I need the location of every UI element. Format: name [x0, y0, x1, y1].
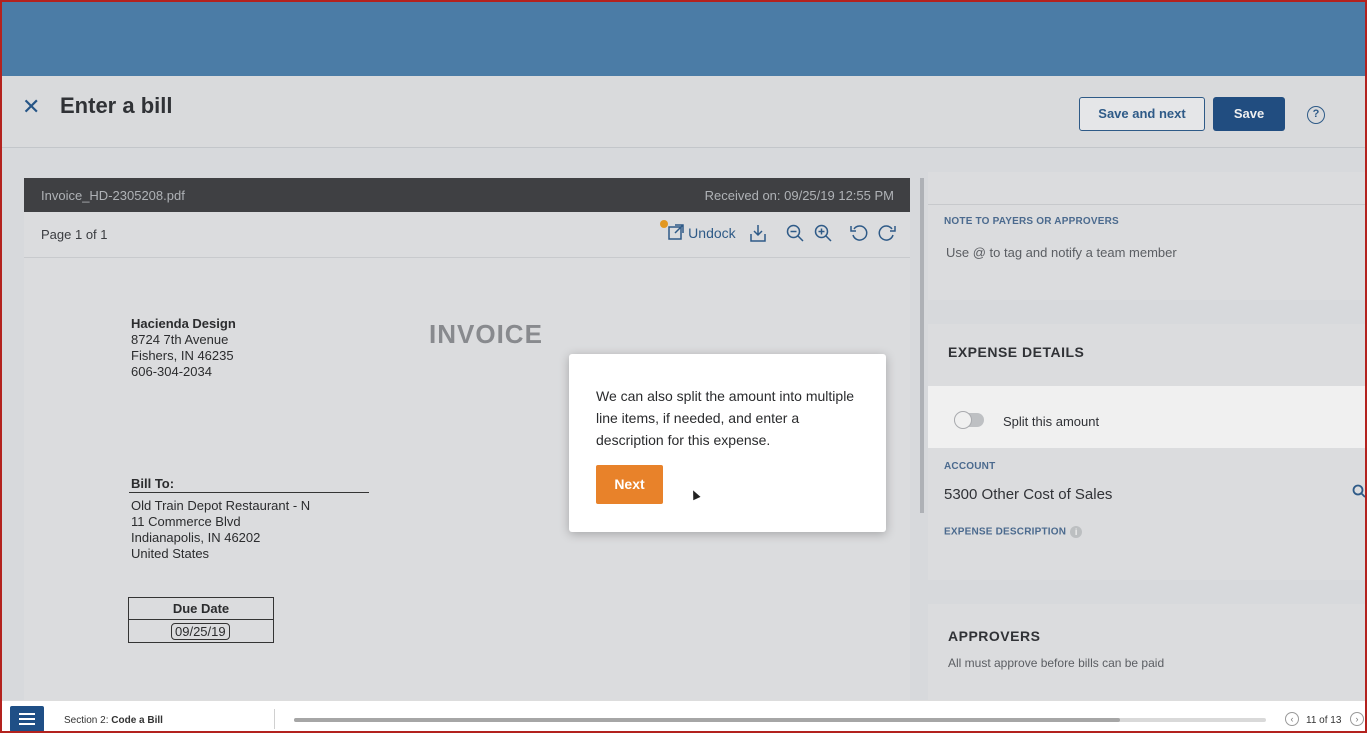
section-name: Code a Bill [111, 715, 163, 726]
app-frame: ✕ Enter a bill Save and next Save ? Invo… [0, 0, 1367, 733]
progress-fill [294, 718, 1121, 722]
company-address-block: Hacienda Design 8724 7th Avenue Fishers,… [131, 316, 236, 380]
approvers-card: APPROVERS All must approve before bills … [928, 604, 1365, 700]
invoice-title: INVOICE [429, 319, 543, 349]
expense-details-card: EXPENSE DETAILS ACCOUNT 5300 Other Cost … [928, 324, 1365, 580]
next-button[interactable]: Next [596, 465, 663, 504]
bill-to-block: Old Train Depot Restaurant - N 11 Commer… [131, 498, 310, 562]
due-date-box: Due Date 09/25/19 [128, 597, 274, 643]
expense-details-title: EXPENSE DETAILS [948, 344, 1085, 360]
page-title: Enter a bill [60, 93, 173, 118]
note-card: NOTE TO PAYERS OR APPROVERS Use @ to tag… [928, 172, 1365, 300]
split-amount-toggle[interactable] [954, 411, 984, 429]
section-prefix: Section 2: [64, 715, 112, 726]
rotate-right-icon[interactable] [878, 224, 896, 246]
account-field[interactable]: 5300 Other Cost of Sales [944, 486, 1112, 503]
undock-button[interactable]: Undock [668, 224, 736, 242]
download-icon[interactable] [750, 224, 766, 246]
menu-icon[interactable] [10, 706, 44, 731]
company-address-line2: Fishers, IN 46235 [131, 348, 234, 363]
viewer-title-bar: Invoice_HD-2305208.pdf Received on: 09/2… [24, 178, 910, 212]
due-date-value: 09/25/19 [171, 623, 230, 640]
approvers-title: APPROVERS [948, 628, 1041, 644]
undock-label: Undock [688, 225, 736, 241]
document-filename: Invoice_HD-2305208.pdf [41, 188, 185, 203]
bill-to-country: United States [131, 546, 210, 561]
received-timestamp: Received on: 09/25/19 12:55 PM [704, 188, 894, 203]
expense-description-label-text: EXPENSE DESCRIPTION [944, 526, 1067, 538]
bill-to-name: Old Train Depot Restaurant - N [131, 498, 311, 513]
progress-bar[interactable] [294, 718, 1266, 722]
note-input[interactable]: Use @ to tag and notify a team member [946, 245, 1177, 260]
bill-to-label: Bill To: [131, 476, 175, 491]
previous-page-icon[interactable]: ‹ [1285, 712, 1299, 726]
note-label: NOTE TO PAYERS OR APPROVERS [944, 216, 1119, 227]
company-phone: 606-304-2034 [131, 364, 212, 379]
expense-description-label: EXPENSE DESCRIPTION i [944, 526, 1083, 538]
note-card-divider [928, 204, 1365, 205]
top-banner [2, 2, 1365, 76]
undock-icon [668, 224, 684, 240]
save-button[interactable]: Save [1213, 97, 1285, 131]
zoom-out-icon[interactable] [786, 224, 804, 246]
split-amount-label: Split this amount [1003, 414, 1100, 429]
page-indicator: 11 of 13 [1306, 715, 1342, 726]
toggle-knob [954, 411, 972, 429]
close-icon[interactable]: ✕ [22, 94, 40, 120]
panel-scrollbar[interactable] [920, 178, 924, 513]
help-icon[interactable]: ? [1307, 106, 1325, 124]
popup-message: We can also split the amount into multip… [596, 388, 855, 448]
rotate-left-icon[interactable] [850, 224, 868, 246]
bill-to-address-line1: 11 Commerce Blvd [131, 514, 241, 529]
bottom-divider [274, 709, 275, 729]
page-count: Page 1 of 1 [41, 227, 108, 242]
due-date-label: Due Date [129, 598, 273, 620]
info-icon[interactable]: i [1070, 526, 1083, 538]
next-page-icon[interactable]: › [1350, 712, 1364, 726]
split-amount-row: Split this amount [928, 386, 1365, 448]
section-indicator: Section 2: Code a Bill [64, 715, 163, 726]
save-and-next-button[interactable]: Save and next [1079, 97, 1205, 131]
bottom-bar: Section 2: Code a Bill ‹ 11 of 13 › [2, 700, 1365, 731]
notification-dot [660, 220, 668, 228]
approvers-hint: All must approve before bills can be pai… [948, 656, 1165, 670]
account-label: ACCOUNT [944, 461, 996, 472]
walkthrough-popup: We can also split the amount into multip… [569, 354, 886, 532]
search-icon[interactable] [1352, 484, 1365, 501]
zoom-in-icon[interactable] [814, 224, 832, 246]
company-name: Hacienda Design [131, 316, 236, 331]
bill-to-underline [129, 492, 369, 493]
bill-to-address-line2: Indianapolis, IN 46202 [131, 530, 261, 545]
company-address-line1: 8724 7th Avenue [131, 332, 229, 347]
viewer-toolbar: Page 1 of 1 Undock [24, 212, 910, 258]
